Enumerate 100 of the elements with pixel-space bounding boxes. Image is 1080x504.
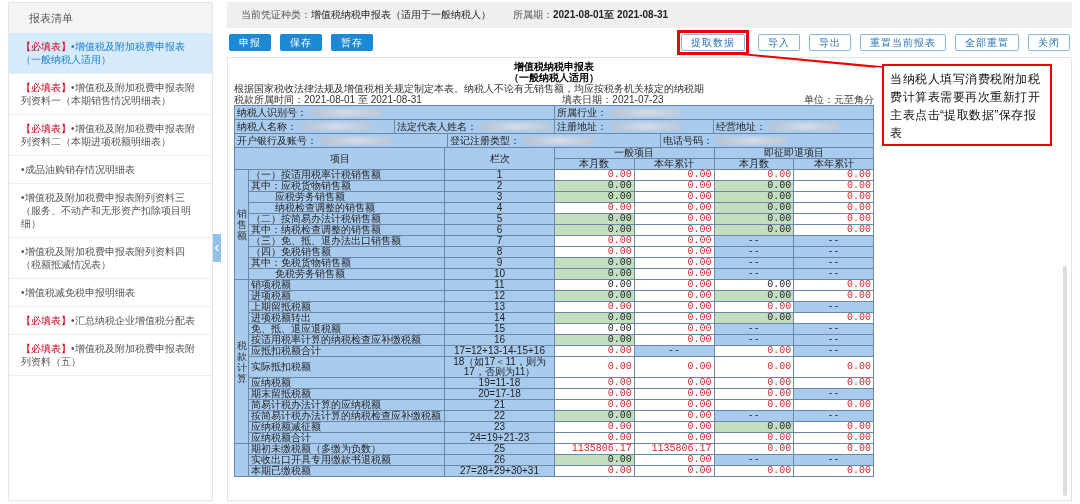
value-cell[interactable]: 0.00 [554,410,635,422]
value-cell: -- [793,345,874,357]
action-button[interactable]: 申报 [229,34,271,51]
line-cell: 21 [444,399,555,411]
line-cell: 13 [444,301,555,313]
value-cell[interactable]: 0.00 [554,213,635,225]
value-cell: 0.00 [634,169,714,181]
value-cell: 0.00 [714,169,794,181]
item-cell: 实际抵扣税额 [248,356,445,378]
value-cell[interactable]: 0.00 [554,268,635,280]
value-cell: -- [714,454,794,466]
action-button[interactable]: 导出 [809,34,851,51]
item-cell: 应税劳务销售额 [248,191,445,203]
item-cell: （二）按简易办法计税销售额 [248,213,445,225]
value-cell: 0.00 [714,399,794,411]
redacted-value [321,137,391,144]
value-cell: 0.00 [793,377,874,389]
value-cell: 0.00 [634,235,714,247]
value-cell: 0.00 [714,377,794,389]
group-label: 税款计算 [236,339,247,384]
value-cell: -- [714,410,794,422]
value-cell: 0.00 [793,312,874,324]
line-cell: 14 [444,312,555,324]
value-cell[interactable]: 0.00 [554,191,635,203]
item-cell: 进项税额 [248,290,445,302]
item-cell: （四）免税销售额 [248,246,445,258]
value-cell: 0.00 [793,202,874,214]
value-cell: 0.00 [554,202,635,214]
value-cell: 0.00 [634,465,714,477]
redacted-value [311,109,381,116]
callout-text: 当纳税人填写消费税附加税费计算表需要再次重新打开主表点击“提取数据”保存报表 [890,72,1040,140]
value-cell: 0.00 [634,388,714,400]
line-cell: 4 [444,202,555,214]
column-header: 本月数 [714,158,794,170]
value-cell: 0.00 [554,388,635,400]
value-cell[interactable]: 0.00 [554,224,635,236]
value-cell: 1135806.17 [634,443,714,455]
line-cell: 10 [444,268,555,280]
field-label: 所属行业： [556,107,607,118]
column-header: 即征即退项目 [714,147,874,159]
value-cell[interactable]: 0.00 [554,180,635,192]
value-cell[interactable]: 0.00 [714,224,794,236]
item-cell: 进项税额转出 [248,312,445,324]
item-cell: 本期已缴税额 [248,465,445,477]
sidebar-item[interactable]: 【必填表】•增值税及附加税费申报表（一般纳税人适用） [9,33,212,74]
line-cell: 9 [444,257,555,269]
field-label: 纳税人名称： [237,121,297,132]
value-cell[interactable]: 0.00 [714,290,794,302]
value-cell[interactable]: 0.00 [554,257,635,269]
chevron-left-icon [214,243,220,252]
value-cell: 0.00 [634,377,714,389]
value-cell[interactable]: 0.00 [714,312,794,324]
action-button[interactable]: 关闭 [1028,34,1070,51]
item-cell: 销项税额 [248,279,445,291]
item-cell: 其中：免税货物销售额 [248,257,445,269]
action-button[interactable]: 全部重置 [955,34,1019,51]
action-button[interactable]: 暂存 [331,34,373,51]
value-cell: 0.00 [714,279,794,291]
value-cell[interactable]: 0.00 [554,334,635,346]
value-cell[interactable]: 0.00 [714,421,794,433]
value-cell: -- [793,257,874,269]
value-cell: 0.00 [634,410,714,422]
value-cell: -- [793,246,874,258]
value-cell[interactable]: 0.00 [714,191,794,203]
group-label: 销售额 [236,208,247,241]
value-cell[interactable]: 0.00 [554,290,635,302]
item-cell: 简易计税办法计算的应纳税额 [248,399,445,411]
value-cell: 0.00 [793,290,874,302]
value-cell: 0.00 [554,432,635,444]
value-cell[interactable]: 0.00 [714,213,794,225]
value-cell[interactable]: 0.00 [714,202,794,214]
action-button[interactable]: 提取数据 [681,34,745,51]
action-button[interactable]: 保存 [280,34,322,51]
item-cell: 应纳税额合计 [248,432,445,444]
value-cell: 0.00 [634,399,714,411]
column-header: 本月数 [554,158,635,170]
collapse-handle[interactable] [213,233,221,262]
value-cell: 0.00 [554,323,635,335]
value-cell: -- [793,268,874,280]
value-cell[interactable]: 0.00 [554,312,635,324]
redacted-value [524,137,594,144]
value-cell: -- [793,454,874,466]
info-value: 2021-08-01至 2021-08-31 [553,8,669,22]
line-cell: 23 [444,421,555,433]
line-cell: 17=12+13-14-15+16 [444,345,555,357]
field-label: 电话号码： [663,135,713,146]
item-cell: 应抵扣税额合计 [248,345,445,357]
value-cell[interactable]: 0.00 [554,454,635,466]
field-label: 法定代表人姓名： [396,121,477,132]
action-button[interactable]: 重置当前报表 [860,34,946,51]
value-cell: 0.00 [793,443,874,455]
line-cell: 16 [444,334,555,346]
value-cell: 0.00 [634,202,714,214]
value-cell: 0.00 [714,345,794,357]
column-header: 项目 [234,147,445,170]
action-button[interactable]: 导入 [758,34,800,51]
value-cell[interactable]: 0.00 [714,180,794,192]
value-cell: 0.00 [554,345,635,357]
value-cell: 0.00 [793,399,874,411]
value-cell: 0.00 [634,257,714,269]
